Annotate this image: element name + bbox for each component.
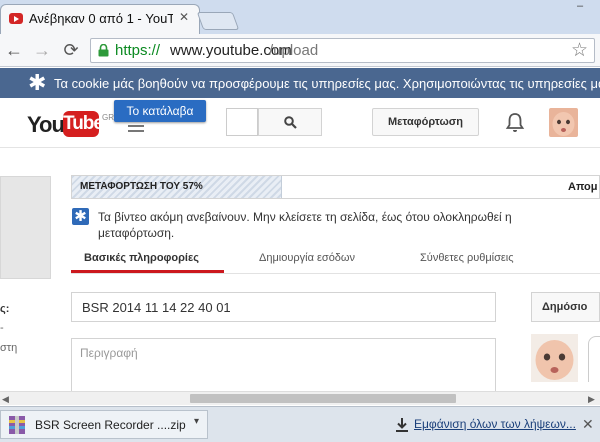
youtube-logo-you[interactable]: You — [27, 112, 65, 138]
download-item[interactable]: BSR Screen Recorder ....zip ▾ — [0, 410, 208, 439]
zip-archive-icon — [9, 416, 25, 434]
logo-country-suffix: GR — [102, 113, 114, 122]
upload-progress-label: ΜΕΤΑΦΟΡΤΩΣΗ ΤΟΥ 57% — [80, 181, 203, 192]
tab-monetization[interactable]: Δημιουργία εσόδων — [259, 252, 355, 264]
browser-tab-strip: Ανέβηκαν 0 από 1 - YouTube ✕ – — [0, 0, 600, 34]
back-icon[interactable]: ← — [3, 39, 25, 61]
user-avatar[interactable] — [549, 108, 578, 137]
notifications-bell-icon[interactable] — [505, 112, 525, 134]
youtube-logo-tube[interactable]: Tube — [63, 111, 104, 137]
tab-title: Ανέβηκαν 0 από 1 - YouTube — [29, 11, 173, 26]
download-arrow-icon — [396, 418, 408, 432]
lock-icon — [98, 44, 109, 57]
tab-basic-info[interactable]: Βασικές πληροφορίες — [84, 252, 199, 264]
address-bar[interactable]: https:// www.youtube.com /upload ☆ — [90, 38, 595, 63]
search-icon — [284, 116, 297, 129]
scroll-left-arrow-icon[interactable]: ◀ — [2, 394, 9, 405]
info-star-icon: ✱ — [72, 208, 89, 225]
search-input[interactable] — [226, 108, 258, 136]
window-minimize-button[interactable]: – — [560, 0, 600, 12]
show-all-downloads-link[interactable]: Εμφάνιση όλων των λήψεων... — [414, 417, 576, 431]
left-panel-label: ς: — [0, 303, 10, 315]
upload-button[interactable]: Μεταφόρτωση — [372, 108, 479, 136]
url-path: /upload — [269, 42, 319, 59]
horizontal-scrollbar[interactable]: ◀ ▶ — [0, 391, 600, 405]
scrollbar-thumb[interactable] — [190, 394, 456, 403]
youtube-masthead: You Tube GR Το κατάλαβα Μεταφόρτωση — [0, 98, 600, 148]
bookmark-star-icon[interactable]: ☆ — [571, 39, 588, 62]
cookie-notice-bar: ✱ Τα cookie μάς βοηθούν να προσφέρουμε τ… — [0, 68, 600, 98]
tab-close-icon[interactable]: ✕ — [179, 10, 189, 24]
side-panel-edge — [588, 336, 600, 382]
description-textarea[interactable]: Περιγραφή — [71, 338, 496, 398]
scroll-right-arrow-icon[interactable]: ▶ — [588, 394, 595, 405]
channel-avatar — [531, 334, 578, 382]
forward-icon[interactable]: → — [31, 39, 53, 61]
upload-progress-bar: ΜΕΤΑΦΟΡΤΩΣΗ ΤΟΥ 57% Απομ — [71, 175, 600, 199]
browser-tab[interactable]: Ανέβηκαν 0 από 1 - YouTube ✕ — [0, 4, 200, 34]
downloads-bar: BSR Screen Recorder ....zip ▾ Εμφάνιση ό… — [0, 406, 600, 442]
reload-icon[interactable]: ⟳ — [60, 39, 82, 61]
upload-info-message: Τα βίντεο ακόμη ανεβαίνουν. Μην κλείσετε… — [98, 210, 512, 240]
upload-progress-status: Απομ — [568, 181, 598, 193]
video-title-input[interactable]: BSR 2014 11 14 22 40 01 — [71, 292, 496, 322]
cookie-notice-text: Τα cookie μάς βοηθούν να προσφέρουμε τις… — [54, 76, 600, 91]
cookie-star-icon: ✱ — [28, 70, 47, 95]
tab-advanced-settings[interactable]: Σύνθετες ρυθμίσεις — [420, 252, 514, 264]
privacy-select-button[interactable]: Δημόσιο — [531, 292, 600, 322]
downloads-bar-close-icon[interactable]: ✕ — [582, 416, 594, 433]
search-button[interactable] — [258, 108, 322, 136]
video-thumbnail-placeholder — [0, 176, 51, 279]
left-panel-value: - — [0, 322, 4, 334]
new-tab-button[interactable] — [196, 12, 240, 30]
download-file-name: BSR Screen Recorder ....zip — [35, 418, 186, 432]
tabs-divider — [71, 273, 600, 274]
download-menu-chevron-icon[interactable]: ▾ — [194, 416, 199, 427]
got-it-button[interactable]: Το κατάλαβα — [114, 100, 206, 122]
youtube-favicon-icon — [9, 13, 23, 24]
url-scheme: https:// — [115, 42, 161, 59]
left-panel-value: στη — [0, 342, 18, 354]
